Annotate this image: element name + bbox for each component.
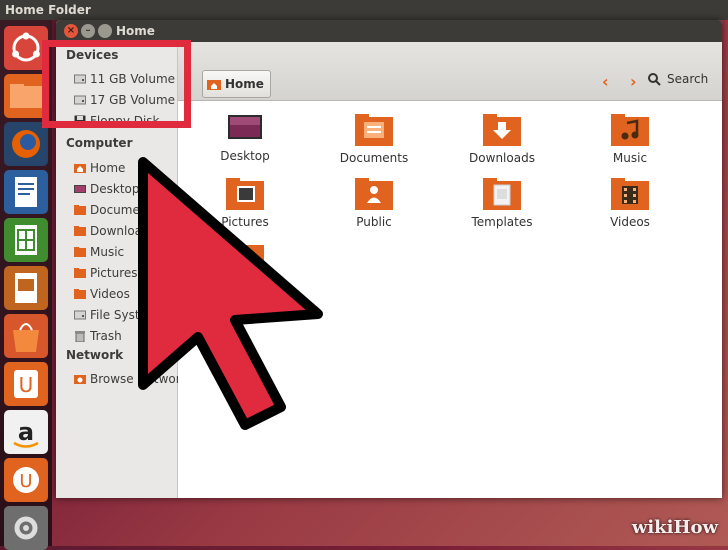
sidebar-item-label: Music bbox=[90, 245, 125, 259]
sidebar-item-label: Browse Network bbox=[90, 372, 178, 386]
folder-icon bbox=[74, 268, 86, 278]
folder-public-icon bbox=[355, 178, 393, 210]
back-button[interactable]: ‹ bbox=[602, 72, 609, 91]
desktop-icon bbox=[228, 115, 262, 139]
file-label: Pictures bbox=[221, 215, 269, 229]
desktop-icon bbox=[74, 185, 86, 193]
sidebar-item-home[interactable]: Home bbox=[74, 159, 178, 177]
window-titlebar: × – Home bbox=[56, 20, 722, 42]
file-item-music[interactable]: Music bbox=[580, 113, 680, 165]
file-label: Videos bbox=[610, 215, 650, 229]
sidebar-item-trash[interactable]: Trash bbox=[74, 327, 178, 345]
file-item-examples[interactable]: Examples bbox=[195, 241, 295, 293]
sidebar-item-label: Documents bbox=[90, 203, 159, 217]
window-title: Home bbox=[116, 24, 155, 38]
file-label: Templates bbox=[471, 215, 533, 229]
sidebar-item-file-system[interactable]: File System bbox=[74, 306, 178, 324]
ubuntu-one-icon[interactable]: U bbox=[4, 362, 48, 406]
folder-templates-icon bbox=[483, 178, 521, 210]
maximize-button[interactable] bbox=[98, 24, 112, 38]
sidebar-item-pictures[interactable]: Pictures bbox=[74, 264, 178, 282]
impress-icon[interactable] bbox=[4, 266, 48, 310]
folder-downloads-icon bbox=[483, 114, 521, 146]
sidebar-item-downloads[interactable]: Downloads bbox=[74, 222, 178, 240]
folder-icon bbox=[74, 205, 86, 215]
amazon-icon[interactable]: a bbox=[4, 410, 48, 454]
breadcrumb-home-button[interactable]: Home bbox=[202, 70, 271, 98]
folder-pictures-icon bbox=[226, 178, 264, 210]
sidebar-item-label: File System bbox=[90, 308, 159, 322]
active-app-title: Home Folder bbox=[5, 3, 91, 17]
file-item-videos[interactable]: Videos bbox=[580, 177, 680, 229]
breadcrumb-label: Home bbox=[225, 77, 264, 91]
folder-music-icon bbox=[611, 114, 649, 146]
file-label: Downloads bbox=[469, 151, 535, 165]
network-heading: Network bbox=[66, 348, 124, 362]
calc-icon[interactable] bbox=[4, 218, 48, 262]
file-label: Desktop bbox=[220, 149, 270, 163]
file-item-pictures[interactable]: Pictures bbox=[195, 177, 295, 229]
network-icon bbox=[74, 375, 86, 384]
file-item-desktop[interactable]: Desktop bbox=[195, 113, 295, 163]
sidebar-item-label: Downloads bbox=[90, 224, 156, 238]
file-item-downloads[interactable]: Downloads bbox=[452, 113, 552, 165]
sidebar-item-documents[interactable]: Documents bbox=[74, 201, 178, 219]
sidebar-item-videos[interactable]: Videos bbox=[74, 285, 178, 303]
sidebar-item-label: Videos bbox=[90, 287, 130, 301]
drive-icon bbox=[74, 310, 86, 320]
sidebar-item-label: Home bbox=[90, 161, 126, 175]
search-label: Search bbox=[667, 72, 709, 86]
forward-button[interactable]: › bbox=[630, 72, 637, 91]
home-folder-icon bbox=[74, 164, 86, 173]
file-view: Desktop Documents Downloads Music Pictur… bbox=[178, 101, 722, 498]
svg-text:U: U bbox=[19, 471, 32, 492]
trash-icon bbox=[75, 331, 85, 342]
minimize-button[interactable]: – bbox=[81, 24, 95, 38]
computer-heading: Computer bbox=[66, 136, 133, 150]
top-panel: Home Folder bbox=[0, 0, 728, 20]
search-button[interactable]: Search bbox=[648, 72, 708, 86]
sidebar-item-desktop[interactable]: Desktop bbox=[74, 180, 178, 198]
ubuntu-one-music-icon[interactable]: U bbox=[4, 458, 48, 502]
folder-examples-icon bbox=[226, 242, 264, 274]
system-settings-icon[interactable] bbox=[4, 506, 48, 550]
search-icon bbox=[648, 72, 661, 86]
file-label: Documents bbox=[339, 151, 409, 165]
devices-highlight-box bbox=[42, 40, 191, 128]
file-item-templates[interactable]: Templates bbox=[452, 177, 552, 229]
svg-text:a: a bbox=[18, 418, 34, 446]
folder-icon bbox=[74, 226, 86, 236]
folder-documents-icon bbox=[355, 114, 393, 146]
watermark: wikiHow bbox=[631, 517, 718, 538]
toolbar: Home ‹ › Search bbox=[178, 42, 722, 101]
file-label: Public bbox=[356, 215, 392, 229]
file-item-documents[interactable]: Documents bbox=[324, 113, 424, 165]
software-center-icon[interactable] bbox=[4, 314, 48, 358]
folder-icon bbox=[74, 247, 86, 257]
sidebar-item-label: Pictures bbox=[90, 266, 138, 280]
close-button[interactable]: × bbox=[64, 24, 78, 38]
writer-icon[interactable] bbox=[4, 170, 48, 214]
sidebar-item-music[interactable]: Music bbox=[74, 243, 178, 261]
file-label: Music bbox=[612, 151, 648, 165]
svg-text:U: U bbox=[19, 373, 34, 397]
sidebar-item-label: Trash bbox=[90, 329, 122, 343]
firefox-icon[interactable] bbox=[4, 122, 48, 166]
folder-icon bbox=[74, 289, 86, 299]
file-item-public[interactable]: Public bbox=[324, 177, 424, 229]
sidebar-item-browse-network[interactable]: Browse Network bbox=[74, 370, 178, 388]
sidebar-item-label: Desktop bbox=[90, 182, 140, 196]
home-folder-icon bbox=[207, 80, 221, 90]
folder-videos-icon bbox=[611, 178, 649, 210]
file-label: Examples bbox=[215, 279, 275, 293]
